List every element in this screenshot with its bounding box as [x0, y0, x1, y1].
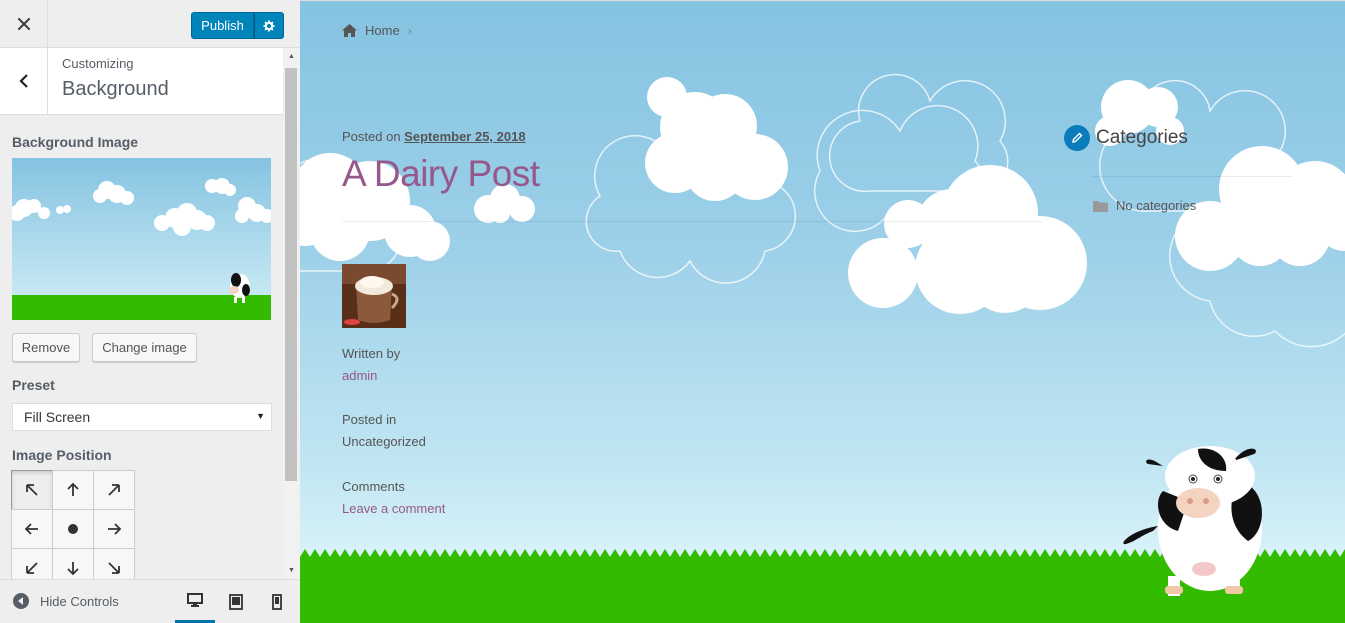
customizer-header: Publish — [0, 0, 300, 48]
desktop-icon — [187, 593, 203, 607]
back-button[interactable] — [0, 48, 48, 114]
position-right-button[interactable] — [93, 509, 135, 549]
preset-select[interactable]: Fill Screen ▼ — [12, 403, 272, 431]
author-avatar — [342, 264, 406, 328]
close-customizer-button[interactable] — [0, 0, 48, 48]
categories-heading: Categories — [1096, 127, 1188, 148]
breadcrumb: Home › — [342, 23, 412, 38]
customizer-footer: Hide Controls — [0, 579, 300, 623]
hide-controls-button[interactable]: Hide Controls — [12, 592, 119, 610]
category-link[interactable]: Uncategorized — [342, 434, 426, 449]
folder-icon — [1093, 200, 1108, 212]
divider — [342, 221, 1042, 222]
tablet-icon — [229, 594, 243, 610]
arrow-up-right-icon — [108, 484, 120, 496]
leave-comment-link[interactable]: Leave a comment — [342, 501, 445, 516]
no-categories: No categories — [1093, 198, 1196, 213]
position-top-left-button[interactable] — [11, 470, 53, 510]
background-scene — [300, 73, 1345, 623]
section-name: Background — [62, 78, 169, 100]
position-top-button[interactable] — [52, 470, 94, 510]
divider — [1092, 176, 1292, 177]
arrow-down-icon — [67, 562, 79, 576]
position-bottom-right-button[interactable] — [93, 548, 135, 579]
arrow-right-icon — [108, 523, 122, 535]
background-image-thumbnail[interactable] — [12, 158, 271, 320]
no-categories-text: No categories — [1116, 198, 1197, 213]
mobile-icon — [272, 594, 282, 610]
customizer-sidebar: Publish Customizing Background Backgroun… — [0, 0, 300, 623]
change-image-button[interactable]: Change image — [92, 333, 197, 362]
device-mobile-button[interactable] — [257, 580, 297, 623]
breadcrumb-home-link[interactable]: Home — [365, 23, 400, 38]
written-by-label: Written by — [342, 346, 401, 361]
scroll-thumb[interactable] — [285, 68, 297, 481]
site-preview: Home › Posted on September 25, 2018 A Da… — [300, 0, 1345, 623]
posted-on-prefix: Posted on — [342, 129, 401, 144]
arrow-down-right-icon — [108, 562, 120, 574]
comments-label: Comments — [342, 479, 405, 494]
sidebar-scrollbar[interactable]: ▲ ▼ — [283, 48, 300, 579]
position-top-right-button[interactable] — [93, 470, 135, 510]
posted-on: Posted on September 25, 2018 — [342, 129, 526, 144]
publish-settings-button[interactable] — [254, 12, 284, 39]
coffee-image — [342, 264, 406, 328]
preset-label: Preset — [12, 377, 55, 393]
collapse-icon — [13, 593, 29, 609]
position-left-button[interactable] — [11, 509, 53, 549]
image-position-grid — [11, 470, 136, 579]
home-icon — [342, 24, 357, 37]
publish-button[interactable]: Publish — [191, 12, 254, 39]
background-image-label: Background Image — [12, 134, 139, 150]
scroll-down-arrow[interactable]: ▼ — [283, 562, 300, 579]
image-position-label: Image Position — [12, 447, 112, 463]
close-icon — [17, 17, 30, 31]
device-desktop-button[interactable] — [175, 580, 215, 623]
categories-widget-title[interactable]: Categories — [1064, 125, 1188, 151]
section-controls: Background Image Remove Change image Pre… — [0, 115, 283, 579]
position-bottom-left-button[interactable] — [11, 548, 53, 579]
thumbnail-scene — [12, 158, 271, 320]
chevron-left-icon — [18, 74, 28, 88]
arrow-left-icon — [24, 523, 38, 535]
hide-controls-label: Hide Controls — [40, 593, 119, 609]
position-center-button[interactable] — [52, 509, 94, 549]
chevron-down-icon: ▼ — [256, 411, 265, 421]
post-title[interactable]: A Dairy Post — [342, 153, 540, 195]
section-title-bar: Customizing Background — [0, 48, 283, 115]
arrow-up-icon — [67, 482, 79, 496]
post-date-link[interactable]: September 25, 2018 — [404, 129, 525, 144]
pencil-icon — [1064, 125, 1090, 151]
device-tablet-button[interactable] — [216, 580, 256, 623]
scroll-up-arrow[interactable]: ▲ — [283, 48, 300, 65]
gear-icon — [263, 19, 275, 32]
remove-image-button[interactable]: Remove — [12, 333, 80, 362]
chevron-right-icon: › — [407, 23, 412, 38]
arrow-down-left-icon — [26, 562, 38, 574]
dot-icon — [68, 524, 78, 534]
arrow-up-left-icon — [26, 484, 38, 496]
customizing-label: Customizing — [62, 56, 134, 71]
publish-group: Publish — [191, 12, 284, 39]
author-link[interactable]: admin — [342, 368, 377, 383]
preset-value: Fill Screen — [24, 409, 91, 425]
posted-in-label: Posted in — [342, 412, 397, 427]
position-bottom-button[interactable] — [52, 548, 94, 579]
